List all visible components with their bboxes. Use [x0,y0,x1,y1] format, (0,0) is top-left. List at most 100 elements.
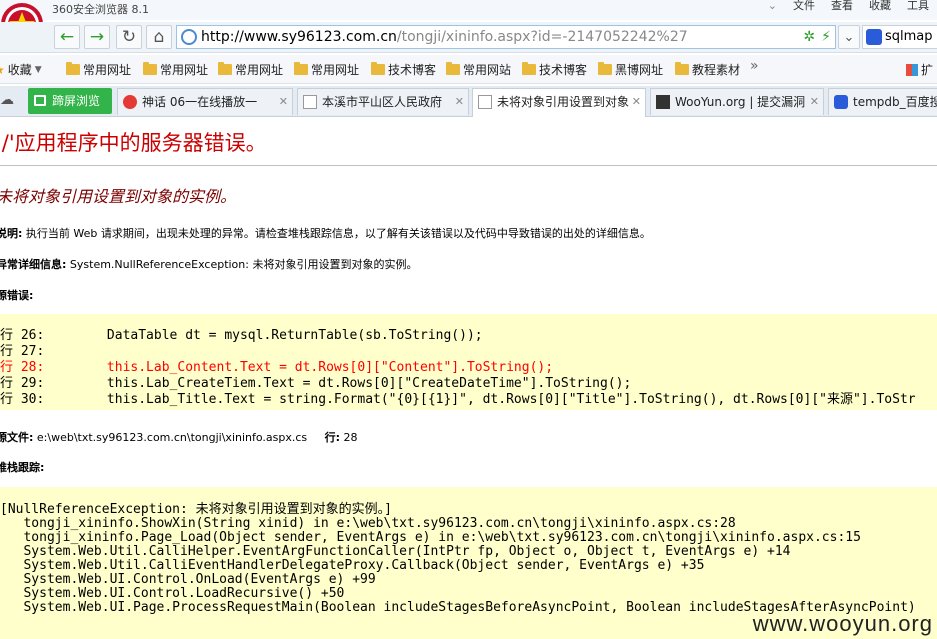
tab-item[interactable]: tempdb_百度搜 [828,88,937,115]
code-text: this.Lab_Content.Text = dt.Rows[0]["Cont… [44,360,554,375]
folder-icon [522,62,536,75]
wooyun-icon [656,95,670,109]
code-text: this.Lab_CreateTiem.Text = dt.Rows[0]["C… [44,376,632,391]
bookmark-item[interactable]: 常用网站 [446,61,511,78]
close-icon[interactable]: ✕ [455,89,464,115]
bookmark-label: 教程素材 [692,63,741,77]
bookmark-label: 黑博网址 [615,63,664,77]
home-button[interactable]: ⌂ [146,25,172,49]
code-text: DataTable dt = mysql.ReturnTable(sb.ToSt… [44,328,483,343]
baidu-paw-icon [834,95,848,109]
source-error-heading: 源错误: [0,287,33,303]
url-dropdown-button[interactable]: ⌄ [838,25,860,49]
arrow-right-icon: → [89,26,105,47]
baidu-paw-icon [866,29,882,45]
page-icon [478,95,492,109]
tab-label: 未将对象引用设置到对象 [497,95,630,109]
bookmark-label: 常用网址 [160,63,209,77]
stack-line: [NullReferenceException: 未将对象引用设置到对象的实例。… [0,502,392,517]
chevron-down-icon: ⌄ [843,29,855,45]
refresh-button[interactable]: ↻ [116,25,142,49]
bookmark-item[interactable]: 常用网址 [66,61,131,78]
url-path: /tongji/xininfo.aspx?id=-2147052242%27 [396,29,688,45]
bookmark-item[interactable]: 黑博网址 [598,61,663,78]
stack-trace-heading: 堆栈跟踪: [0,459,44,475]
stack-line: tongji_xininfo.Page_Load(Object sender, … [0,530,861,545]
bookmark-label: 技术博客 [388,63,437,77]
extensions-label: 扩 [921,63,934,77]
line-number: 行 26: [0,328,45,343]
tab-item[interactable]: WooYun.org | 提交漏洞 ✕ [650,88,824,115]
close-icon[interactable]: ✕ [632,89,641,115]
tab-label: 神话 06一在线播放一 [142,95,258,109]
line-number: 行 29: [0,376,45,391]
stack-line: System.Web.UI.Control.LoadRecursive() +5… [0,586,345,601]
star-icon: ★ [0,63,5,77]
title-bar: 360安全浏览器 8.1 ⌄ 文件 查看 收藏 工具 [0,0,937,20]
line-number: 行 28: [0,360,45,375]
description-text: 执行当前 Web 请求期间，出现未处理的异常。请检查堆栈跟踪信息，以了解有关该错… [22,227,651,240]
extensions-button[interactable]: 扩 [906,61,933,78]
description-label: 说明: [0,227,23,240]
back-button[interactable]: ← [54,25,80,49]
bookmark-item[interactable]: 常用网址 [218,61,283,78]
app-title: 360安全浏览器 8.1 [52,3,149,16]
tab-label: tempdb_百度搜 [853,95,937,109]
stack-line: System.Web.Util.CalliHelper.EventArgFunc… [0,544,791,559]
bookmarks-bar: ★ 收藏 ▼ 常用网址 常用网址 常用网址 常用网址 技术博客 常用网站 技术博… [0,55,937,84]
more-bookmarks-button[interactable]: » [750,58,759,74]
source-code-block: 行 26: DataTable dt = mysql.ReturnTable(s… [0,314,937,410]
favorites-label: 收藏 [7,63,32,77]
code-line: 行 29: this.Lab_CreateTiem.Text = dt.Rows… [0,376,937,392]
video-play-icon [123,95,137,109]
menu-view[interactable]: 查看 [823,0,861,16]
bookmark-item[interactable]: 常用网址 [143,61,208,78]
stack-line: System.Web.UI.Control.OnLoad(EventArgs e… [0,572,376,587]
close-icon[interactable]: ✕ [279,89,288,115]
refresh-icon: ↻ [121,26,137,47]
code-line-error: 行 28: this.Lab_Content.Text = dt.Rows[0]… [0,360,937,376]
tab-item-active[interactable]: 未将对象引用设置到对象 ✕ [472,88,646,117]
menu-favorites[interactable]: 收藏 [861,0,899,16]
page-icon [303,95,317,109]
arrow-left-icon: ← [59,26,75,47]
menu-file[interactable]: 文件 [785,0,823,16]
security-icon[interactable]: ✲ [803,29,815,45]
source-file-info: 源文件: e:\web\txt.sy96123.com.cn\tongji\xi… [0,429,358,445]
line-label: 行: [324,431,341,444]
bookmark-item[interactable]: 技术博客 [371,61,436,78]
address-bar[interactable]: http://www.sy96123.com.cn/tongji/xininfo… [176,25,836,49]
bookmark-label: 常用网站 [463,63,512,77]
bookmark-item[interactable]: 教程素材 [675,61,740,78]
favorites-button[interactable]: ★ 收藏 ▼ [0,61,42,78]
line-number: 行 27: [0,344,45,359]
caret-down-icon: ▼ [34,64,42,75]
forward-button[interactable]: → [84,25,110,49]
bookmark-item[interactable]: 常用网址 [294,61,359,78]
chevron-down-icon[interactable]: ⌄ [760,0,785,16]
exception-detail: 异常详细信息: System.NullReferenceException: 未… [0,256,417,272]
tab-item[interactable]: 本溪市平山区人民政府 ✕ [297,88,469,115]
page-title: '/'应用程序中的服务器错误。 [0,131,267,155]
error-subtitle: 未将对象引用设置到对象的实例。 [0,187,237,206]
code-line: 行 30: this.Lab_Title.Text = string.Forma… [0,392,937,408]
folder-icon [446,62,460,75]
bookmark-item[interactable]: 技术博客 [522,61,587,78]
screen-icon [34,95,46,106]
screen-browse-label: 蹄屏浏览 [52,94,101,108]
stack-trace-label: 堆栈跟踪: [0,461,45,474]
bookmark-label: 技术博客 [539,63,588,77]
line-number-value: 28 [340,431,358,444]
menu-tools[interactable]: 工具 [899,0,937,16]
cloud-icon[interactable]: ☁ [0,92,14,108]
tab-item[interactable]: 神话 06一在线播放一 ✕ [117,88,293,115]
tab-label: WooYun.org | 提交漏洞 [675,95,806,109]
tab-label: 本溪市平山区人民政府 [322,95,443,109]
speed-mode-icon[interactable]: ⚡ [821,29,831,45]
close-icon[interactable]: ✕ [810,89,819,115]
error-description: 说明: 执行当前 Web 请求期间，出现未处理的异常。请检查堆栈跟踪信息，以了解… [0,225,651,241]
folder-icon [675,62,689,75]
search-input[interactable]: sqlmap [862,25,937,49]
extensions-icon [906,63,918,76]
screen-browse-button[interactable]: 蹄屏浏览 [28,88,112,114]
